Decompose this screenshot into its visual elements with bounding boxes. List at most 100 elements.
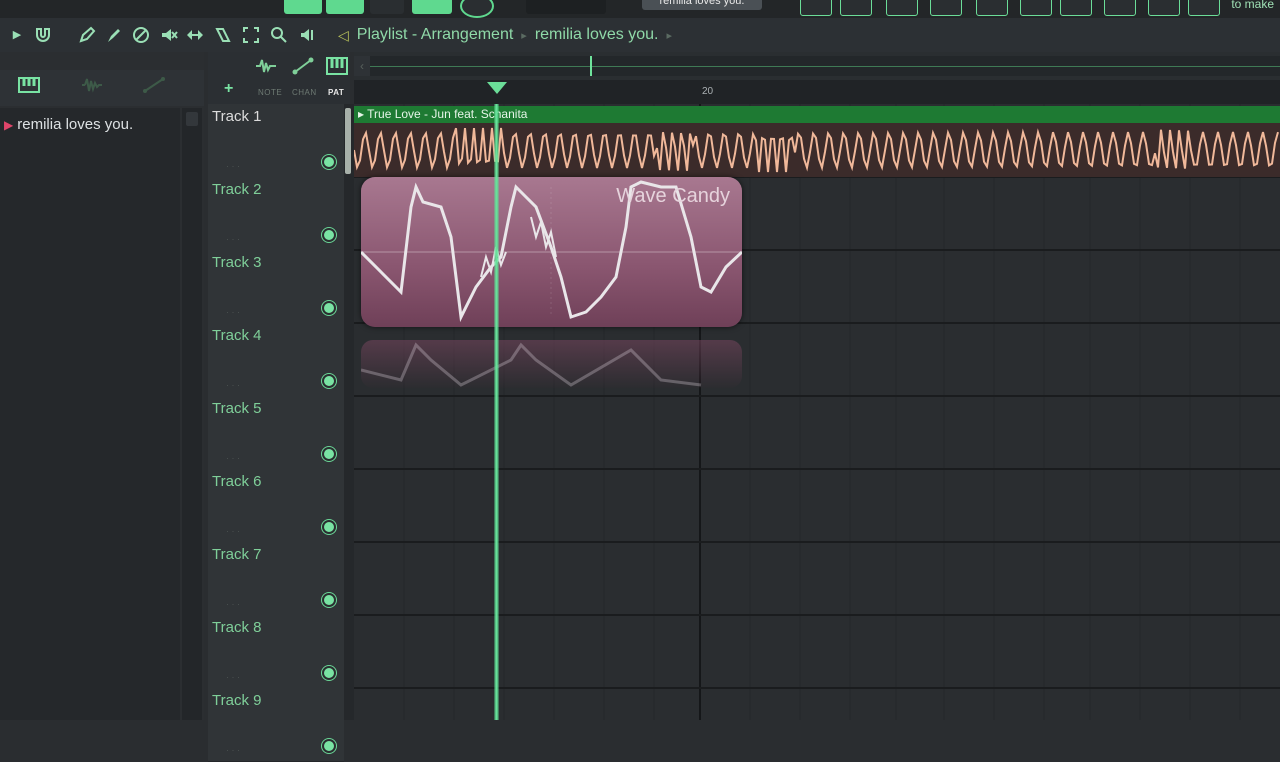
- piano-roll-window-icon[interactable]: [840, 0, 872, 16]
- slice-icon[interactable]: [214, 26, 232, 44]
- plugin-picker-icon[interactable]: [1020, 0, 1052, 16]
- playback-icon[interactable]: [298, 26, 316, 44]
- note-filter-label[interactable]: NOTE: [258, 88, 282, 97]
- splitter-handle[interactable]: [345, 108, 351, 174]
- track-header[interactable]: Track 3 · · ·: [208, 250, 344, 324]
- clip-menu-icon[interactable]: ▸: [358, 107, 367, 121]
- track-header[interactable]: Track 6 · · ·: [208, 469, 344, 543]
- scrollbar-thumb[interactable]: [186, 112, 198, 126]
- track-mute-led[interactable]: [322, 301, 336, 315]
- slip-icon[interactable]: [186, 26, 204, 44]
- zoom-icon[interactable]: [270, 26, 288, 44]
- track-name[interactable]: Track 9: [212, 692, 261, 709]
- horizontal-scrollbar[interactable]: [370, 56, 1280, 76]
- hint-text: to make: [1231, 0, 1274, 11]
- record-button[interactable]: [370, 0, 404, 14]
- track-header[interactable]: Track 1 · · ·: [208, 104, 344, 178]
- track-header[interactable]: Track 7 · · ·: [208, 542, 344, 616]
- automation-clip-icon[interactable]: [292, 56, 314, 76]
- track-name[interactable]: Track 7: [212, 546, 261, 563]
- transport-button[interactable]: [284, 0, 322, 14]
- mute-icon[interactable]: [160, 26, 178, 44]
- track-mute-led[interactable]: [322, 739, 336, 753]
- audio-clip-title: True Love - Jun feat. Schanita: [367, 107, 528, 121]
- track-mute-led[interactable]: [322, 374, 336, 388]
- transport-button[interactable]: [326, 0, 364, 14]
- timeline: ‹ 20: [354, 52, 1280, 104]
- paint-brush-icon[interactable]: [104, 26, 122, 44]
- pattern-list-item[interactable]: ▶ remilia loves you.: [0, 114, 180, 136]
- track-mute-led[interactable]: [322, 447, 336, 461]
- metronome-icon[interactable]: [460, 0, 494, 18]
- picker-tabs: [0, 70, 204, 106]
- playhead-marker[interactable]: [487, 82, 507, 94]
- channel-filter-label[interactable]: CHAN: [292, 88, 317, 97]
- scroll-track: [370, 66, 1280, 67]
- close-icon[interactable]: [1188, 0, 1220, 16]
- plugin-reflection: [361, 340, 742, 388]
- grip-icon: · · ·: [226, 161, 240, 171]
- picker-scrollbar[interactable]: [182, 108, 202, 720]
- waveform-icon[interactable]: [80, 76, 104, 94]
- track-mute-led[interactable]: [322, 155, 336, 169]
- wave-candy-plugin[interactable]: Wave Candy: [361, 177, 742, 327]
- track-header[interactable]: Track 8 · · ·: [208, 615, 344, 689]
- grip-icon: · · ·: [226, 672, 240, 682]
- tempo-tapper-icon[interactable]: [1104, 0, 1136, 16]
- scroll-position-marker[interactable]: [590, 56, 592, 76]
- chevron-left-icon[interactable]: ‹: [354, 56, 370, 76]
- channel-rack-window-icon[interactable]: [886, 0, 918, 16]
- pattern-selector[interactable]: remilia loves you.: [642, 0, 762, 10]
- play-arrow-icon: ▶: [4, 118, 14, 132]
- track-name[interactable]: Track 6: [212, 473, 261, 490]
- undo-icon[interactable]: [1148, 0, 1180, 16]
- pencil-icon[interactable]: [78, 26, 96, 44]
- magnet-icon[interactable]: [34, 26, 52, 44]
- track-header[interactable]: Track 2 · · ·: [208, 177, 344, 251]
- chevron-right-icon: ▸: [666, 29, 672, 42]
- track-header[interactable]: Track 4 · · ·: [208, 323, 344, 397]
- track-splitter[interactable]: [344, 104, 354, 720]
- piano-roll-icon[interactable]: [18, 76, 40, 94]
- mixer-window-icon[interactable]: [930, 0, 962, 16]
- waveform-graphic: [354, 127, 1279, 173]
- pattern-mode-button[interactable]: [412, 0, 452, 14]
- track-name[interactable]: Track 4: [212, 327, 261, 344]
- pattern-clip-icon[interactable]: [326, 56, 348, 76]
- audio-clip-header[interactable]: ▸ True Love - Jun feat. Schanita: [354, 106, 1280, 123]
- add-track-button[interactable]: +: [224, 80, 233, 98]
- playlist-window-icon[interactable]: [800, 0, 832, 16]
- track-mute-led[interactable]: [322, 666, 336, 680]
- delete-icon[interactable]: [132, 26, 150, 44]
- track-name[interactable]: Track 8: [212, 619, 261, 636]
- playlist-toolbar: ▶ ◁ Playlist - Arrangement ▸ remilia lov…: [0, 18, 1280, 52]
- track-header[interactable]: Track 9 · · ·: [208, 688, 344, 762]
- track-mute-led[interactable]: [322, 520, 336, 534]
- track-name[interactable]: Track 1: [212, 108, 261, 125]
- playhead-line: [494, 104, 499, 720]
- track-header[interactable]: Track 5 · · ·: [208, 396, 344, 470]
- picker-panel: ▶ remilia loves you.: [0, 52, 204, 720]
- tempo-display[interactable]: [526, 0, 606, 14]
- arrangement-name[interactable]: remilia loves you.: [535, 26, 659, 44]
- track-list: Track 1 · · · Track 2 · · · Track 3 · · …: [208, 104, 344, 762]
- audio-waveform-icon[interactable]: [254, 56, 278, 76]
- track-name[interactable]: Track 5: [212, 400, 261, 417]
- speaker-icon[interactable]: ◁: [338, 27, 349, 44]
- download-icon[interactable]: [1060, 0, 1092, 16]
- automation-icon[interactable]: [142, 76, 166, 94]
- track-mute-led[interactable]: [322, 228, 336, 242]
- select-icon[interactable]: [242, 26, 260, 44]
- play-arrow-icon[interactable]: ▶: [8, 26, 26, 44]
- audio-clip-waveform[interactable]: [354, 123, 1280, 177]
- track-header-tools: + NOTE CHAN PAT: [208, 52, 350, 104]
- track-mute-led[interactable]: [322, 593, 336, 607]
- pattern-filter-label[interactable]: PAT: [328, 88, 344, 97]
- track-name[interactable]: Track 2: [212, 181, 261, 198]
- main-toolbar-strip: remilia loves you. to make: [0, 0, 1280, 18]
- window-title: Playlist - Arrangement: [356, 26, 514, 43]
- browser-window-icon[interactable]: [976, 0, 1008, 16]
- grip-icon: · · ·: [226, 234, 240, 244]
- track-name[interactable]: Track 3: [212, 254, 261, 271]
- chevron-right-icon: ▸: [521, 29, 527, 42]
